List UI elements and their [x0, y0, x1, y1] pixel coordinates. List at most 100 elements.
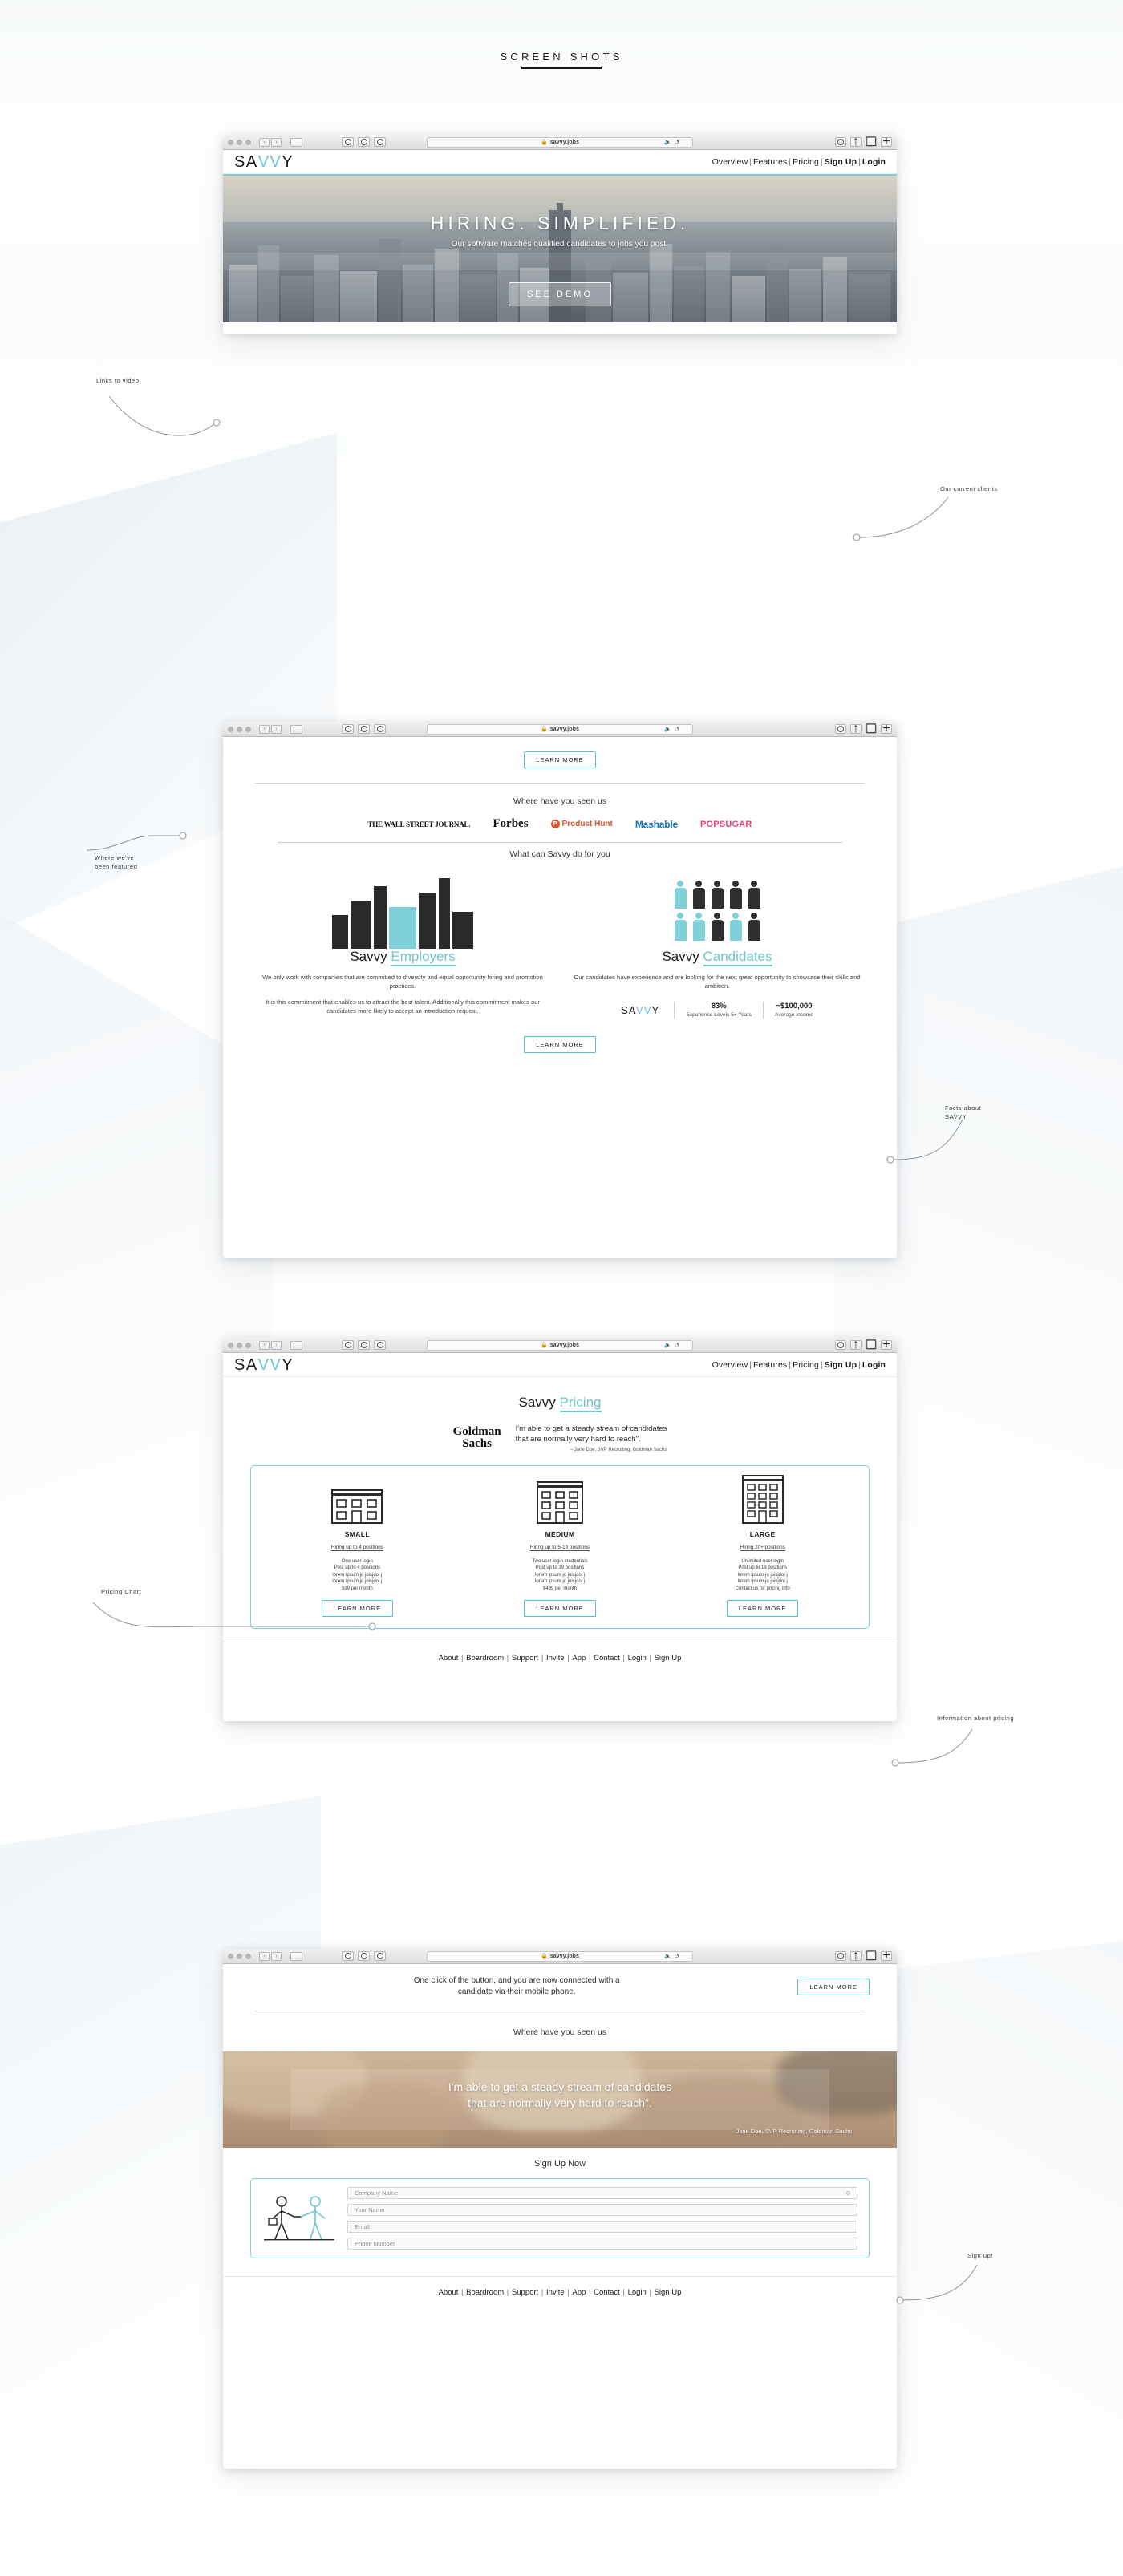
- back-icon[interactable]: ‹: [259, 1951, 270, 1961]
- extension-buttons[interactable]: [342, 137, 386, 147]
- nav-item-signup[interactable]: Sign Up: [825, 1360, 857, 1370]
- extension-3-icon[interactable]: [374, 1340, 386, 1350]
- sidebar-toggle-icon[interactable]: [290, 1340, 302, 1350]
- extension-1-icon[interactable]: [342, 724, 354, 734]
- reload-icon[interactable]: ↺: [674, 139, 679, 146]
- plan-medium[interactable]: MEDIUM Hiring up to 5-19 positions Two u…: [459, 1479, 662, 1618]
- browser-window-2[interactable]: ‹ › 🔒 savvy.jobs 🔈 ↺ ↑ ☐ + LEARN MORE Wh…: [223, 722, 897, 1258]
- nav-item-pricing[interactable]: Pricing: [793, 157, 819, 167]
- forward-icon[interactable]: ›: [271, 137, 282, 147]
- site-nav[interactable]: Overview | Features | Pricing | Sign Up | Login: [712, 1360, 886, 1370]
- nav-item-pricing[interactable]: Pricing: [793, 1360, 819, 1370]
- address-bar[interactable]: 🔒 savvy.jobs 🔈 ↺: [427, 1950, 693, 1962]
- sidebar-toggle-icon[interactable]: [290, 137, 302, 147]
- minimize-icon[interactable]: [237, 1342, 242, 1348]
- extension-buttons[interactable]: [342, 1951, 386, 1961]
- extension-buttons[interactable]: [342, 1340, 386, 1350]
- downloads-icon[interactable]: [835, 137, 846, 147]
- tabs-icon[interactable]: ☐: [866, 1339, 877, 1352]
- window-controls[interactable]: [228, 1342, 251, 1348]
- extension-1-icon[interactable]: [342, 1340, 354, 1350]
- footer-link-support[interactable]: Support: [512, 1654, 538, 1663]
- browser-window-4[interactable]: ‹ › 🔒 savvy.jobs 🔈 ↺ ↑ ☐ + One click of …: [223, 1949, 897, 2469]
- footer-link-signup[interactable]: Sign Up: [655, 2288, 682, 2297]
- close-icon[interactable]: [228, 139, 233, 145]
- sidebar-toggle-icon[interactable]: [290, 724, 302, 734]
- window-controls[interactable]: [228, 139, 251, 145]
- nav-buttons[interactable]: ‹ ›: [259, 1340, 282, 1350]
- footer-link-support[interactable]: Support: [512, 2288, 538, 2297]
- email-input[interactable]: Email: [347, 2221, 857, 2233]
- maximize-icon[interactable]: [245, 139, 251, 145]
- nav-item-features[interactable]: Features: [753, 157, 787, 167]
- reload-icon[interactable]: ↺: [674, 726, 679, 733]
- downloads-icon[interactable]: [835, 1340, 846, 1350]
- footer-link-about[interactable]: About: [439, 1654, 459, 1663]
- plan-large[interactable]: LARGE Hiring 20+ positions Unlimited use…: [661, 1475, 864, 1618]
- share-icon[interactable]: ↑: [850, 1949, 862, 1962]
- new-tab-icon[interactable]: +: [881, 135, 892, 148]
- footer-link-app[interactable]: App: [572, 2288, 586, 2297]
- new-tab-icon[interactable]: +: [881, 1338, 892, 1351]
- learn-more-button[interactable]: LEARN MORE: [797, 1978, 870, 1995]
- plan-small[interactable]: SMALL Hiring up to 4 positions One user …: [256, 1479, 459, 1618]
- extension-3-icon[interactable]: [374, 137, 386, 147]
- window-controls[interactable]: [228, 726, 251, 732]
- downloads-icon[interactable]: [835, 724, 846, 734]
- plan-learn-more-button[interactable]: LEARN MORE: [726, 1600, 799, 1618]
- savvy-logo[interactable]: SA VV Y: [234, 154, 294, 170]
- footer-link-contact[interactable]: Contact: [594, 2288, 620, 2297]
- see-demo-button[interactable]: SEE DEMO: [508, 282, 612, 306]
- site-footer[interactable]: About | Boardroom | Support | Invite | A…: [223, 2276, 897, 2308]
- your-name-input[interactable]: Your Name: [347, 2204, 857, 2216]
- nav-buttons[interactable]: ‹ ›: [259, 724, 282, 734]
- nav-item-login[interactable]: Login: [862, 1360, 886, 1370]
- minimize-icon[interactable]: [237, 726, 242, 732]
- nav-buttons[interactable]: ‹ ›: [259, 1951, 282, 1961]
- speaker-icon[interactable]: 🔈: [664, 139, 671, 145]
- footer-link-boardroom[interactable]: Boardroom: [466, 2288, 504, 2297]
- plan-learn-more-button[interactable]: LEARN MORE: [524, 1600, 596, 1618]
- extension-2-icon[interactable]: [358, 1340, 370, 1350]
- footer-link-boardroom[interactable]: Boardroom: [466, 1654, 504, 1663]
- site-nav[interactable]: Overview | Features | Pricing | Sign Up | Login: [712, 157, 886, 167]
- address-bar[interactable]: 🔒 savvy.jobs 🔈 ↺: [427, 1339, 693, 1351]
- maximize-icon[interactable]: [245, 726, 251, 732]
- toolbar-right[interactable]: ↑ ☐ +: [835, 1338, 892, 1352]
- tabs-icon[interactable]: ☐: [866, 136, 877, 149]
- forward-icon[interactable]: ›: [271, 1951, 282, 1961]
- extension-buttons[interactable]: [342, 724, 386, 734]
- nav-item-features[interactable]: Features: [753, 1360, 787, 1370]
- toolbar-right[interactable]: ↑ ☐ +: [835, 135, 892, 149]
- learn-more-button-top[interactable]: LEARN MORE: [524, 751, 596, 768]
- savvy-logo[interactable]: SA VV Y: [234, 1357, 294, 1373]
- extension-3-icon[interactable]: [374, 724, 386, 734]
- forward-icon[interactable]: ›: [271, 724, 282, 734]
- extension-2-icon[interactable]: [358, 1951, 370, 1961]
- address-bar[interactable]: 🔒 savvy.jobs 🔈 ↺: [427, 723, 693, 735]
- company-name-input[interactable]: Company Name: [347, 2187, 857, 2199]
- footer-link-about[interactable]: About: [439, 2288, 459, 2297]
- close-icon[interactable]: [228, 1953, 233, 1959]
- address-bar[interactable]: 🔒 savvy.jobs 🔈 ↺: [427, 136, 693, 148]
- new-tab-icon[interactable]: +: [881, 722, 892, 735]
- tabs-icon[interactable]: ☐: [866, 1950, 877, 1963]
- speaker-icon[interactable]: 🔈: [664, 1342, 671, 1348]
- minimize-icon[interactable]: [237, 139, 242, 145]
- extension-1-icon[interactable]: [342, 137, 354, 147]
- forward-icon[interactable]: ›: [271, 1340, 282, 1350]
- nav-item-overview[interactable]: Overview: [712, 157, 748, 167]
- nav-buttons[interactable]: ‹ ›: [259, 137, 282, 147]
- phone-number-input[interactable]: Phone Number: [347, 2238, 857, 2250]
- extension-2-icon[interactable]: [358, 137, 370, 147]
- speaker-icon[interactable]: 🔈: [664, 726, 671, 732]
- toolbar-right[interactable]: ↑ ☐ +: [835, 1949, 892, 1963]
- footer-link-invite[interactable]: Invite: [546, 1654, 565, 1663]
- reload-icon[interactable]: ↺: [674, 1342, 679, 1349]
- dropdown-indicator-icon[interactable]: [846, 2191, 850, 2195]
- learn-more-button-bottom[interactable]: LEARN MORE: [524, 1036, 596, 1053]
- back-icon[interactable]: ‹: [259, 1340, 270, 1350]
- speaker-icon[interactable]: 🔈: [664, 1953, 671, 1959]
- footer-link-signup[interactable]: Sign Up: [655, 1654, 682, 1663]
- window-controls[interactable]: [228, 1953, 251, 1959]
